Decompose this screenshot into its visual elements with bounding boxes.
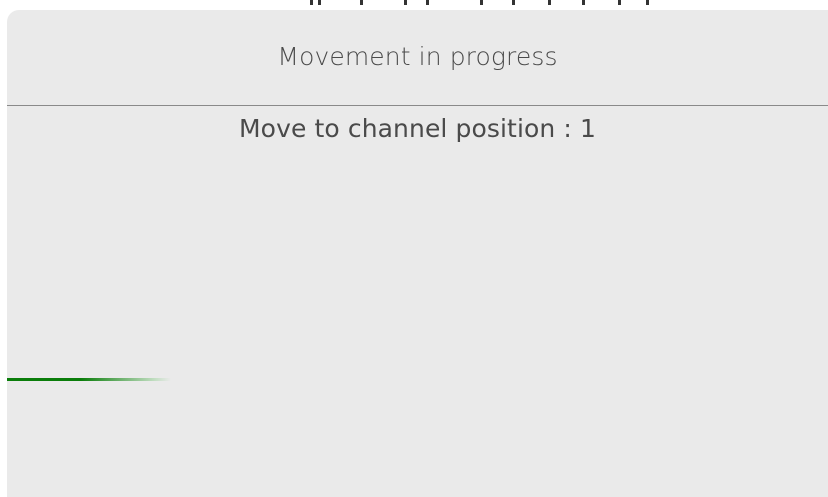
dialog-message: Move to channel position : 1 — [239, 114, 596, 143]
background-text-fragment — [310, 0, 649, 5]
movement-dialog: Movement in progress Move to channel pos… — [7, 10, 828, 497]
progress-bar-fill — [7, 378, 172, 381]
dialog-title: Movement in progress — [277, 42, 558, 71]
dialog-header: Movement in progress — [7, 10, 828, 106]
progress-bar — [7, 378, 828, 381]
